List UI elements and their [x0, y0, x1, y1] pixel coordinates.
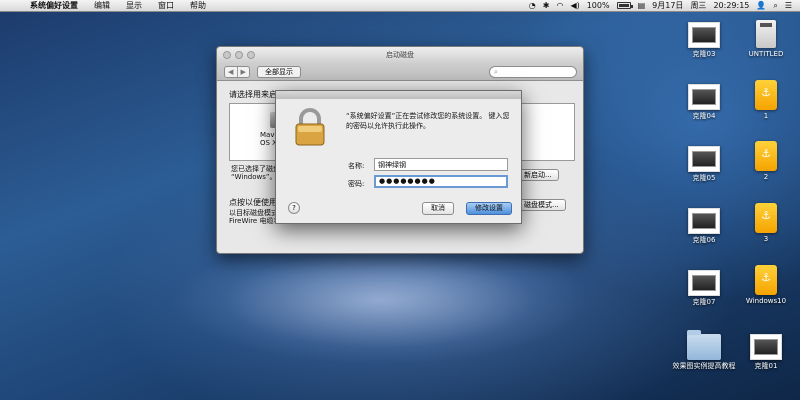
target-mode-text: 以目标磁盘模式 FireWire 电缆将 — [229, 209, 280, 225]
desktop-icon-label: 克隆06 — [692, 236, 716, 244]
screenshot-file-icon — [688, 84, 720, 110]
screenshot-file-icon — [688, 146, 720, 172]
password-field[interactable]: ●●●●●●●● — [374, 175, 508, 188]
desktop-icon-windows10[interactable]: Windows10 — [736, 265, 796, 306]
desktop-icon-tutorial-folder[interactable]: 效果图实例提高教程 — [670, 330, 738, 371]
menu-app-name[interactable]: 系统偏好设置 — [22, 0, 86, 11]
username-field[interactable] — [374, 158, 508, 171]
menu-help[interactable]: 帮助 — [182, 0, 214, 11]
usb-drive-icon — [755, 80, 777, 110]
window-title: 启动磁盘 — [386, 51, 414, 59]
menu-time[interactable]: 20:29:15 — [713, 1, 749, 10]
window-controls — [223, 51, 255, 59]
desktop-icon-label: 克隆01 — [754, 362, 778, 370]
desktop-icon-label: UNTITLED — [748, 50, 784, 58]
auth-dialog: “系统偏好设置”正在尝试修改您的系统设置。 键入您的密码以允许执行此操作。 名称… — [275, 90, 522, 224]
auth-message: “系统偏好设置”正在尝试修改您的系统设置。 键入您的密码以允许执行此操作。 — [346, 112, 510, 130]
search-field-icon: ⌕ — [494, 68, 498, 76]
modify-settings-button[interactable]: 修改设置 — [466, 202, 512, 215]
desktop-icon-clone03[interactable]: 克隆03 — [674, 22, 734, 59]
desktop-icon-untitled[interactable]: UNTITLED — [736, 20, 796, 59]
password-label: 密码: — [348, 180, 365, 188]
name-label: 名称: — [348, 162, 365, 170]
selected-disk-text: 您已选择了磁盘 “Windows”。 — [231, 165, 280, 181]
bluetooth-icon[interactable]: ✱ — [543, 1, 550, 10]
window-toolbar: ◀ ▶ 全部显示 ⌕ — [217, 63, 583, 81]
forward-arrow-icon[interactable]: ▶ — [236, 67, 250, 77]
desktop-icon-label: 克隆05 — [692, 174, 716, 182]
user-icon[interactable]: 👤 — [756, 1, 766, 10]
desktop-icon-clone04[interactable]: 克隆04 — [674, 84, 734, 121]
close-window-button[interactable] — [223, 51, 231, 59]
desktop-icon-clone06[interactable]: 克隆06 — [674, 208, 734, 245]
wifi-icon[interactable]: ◠ — [556, 1, 563, 10]
usb-drive-icon — [755, 141, 777, 171]
minimize-window-button[interactable] — [235, 51, 243, 59]
target-mode-line1: 以目标磁盘模式 — [229, 209, 278, 217]
folder-icon — [687, 330, 721, 360]
desktop-icon-label: 克隆04 — [692, 112, 716, 120]
desktop-icon-usb-3[interactable]: 3 — [736, 203, 796, 244]
menu-weekday[interactable]: 周三 — [690, 0, 706, 11]
timemachine-icon[interactable]: ◔ — [529, 1, 536, 10]
desktop-icon-label: 克隆03 — [692, 50, 716, 58]
desktop-icon-label: Windows10 — [745, 297, 787, 305]
screenshot-file-icon — [688, 270, 720, 296]
zoom-window-button[interactable] — [247, 51, 255, 59]
window-titlebar[interactable]: 启动磁盘 — [217, 47, 583, 63]
screenshot-file-icon — [750, 334, 782, 360]
desktop-icon-clone07[interactable]: 克隆07 — [674, 270, 734, 307]
selected-disk-line1: 您已选择了磁盘 — [231, 165, 280, 173]
lock-icon — [295, 108, 325, 146]
menu-window[interactable]: 窗口 — [150, 0, 182, 11]
desktop-icon-label: 1 — [763, 112, 769, 120]
target-mode-line2: FireWire 电缆将 — [229, 217, 281, 225]
desktop-icon-clone01[interactable]: 克隆01 — [736, 334, 796, 371]
status-area: ◔ ✱ ◠ ◀) 100% ▤ 9月17日 周三 20:29:15 👤 ⌕ ☰ — [529, 0, 800, 11]
desktop-icon-clone05[interactable]: 克隆05 — [674, 146, 734, 183]
battery-icon[interactable] — [616, 2, 633, 9]
show-all-button[interactable]: 全部显示 — [257, 66, 301, 78]
dialog-topbar — [276, 91, 521, 99]
volume-icon[interactable]: ◀) — [570, 1, 579, 10]
desktop-icon-usb-1[interactable]: 1 — [736, 80, 796, 121]
search-icon[interactable]: ⌕ — [773, 1, 777, 11]
menu-view[interactable]: 显示 — [118, 0, 150, 11]
desktop-icon-label: 效果图实例提高教程 — [672, 362, 736, 370]
desktop-icon-label: 3 — [763, 235, 769, 243]
notification-list-icon[interactable]: ☰ — [785, 1, 792, 10]
desktop-icon-usb-2[interactable]: 2 — [736, 141, 796, 182]
flag-icon[interactable]: ▤ — [638, 1, 646, 10]
back-arrow-icon[interactable]: ◀ — [225, 67, 237, 77]
screenshot-file-icon — [688, 208, 720, 234]
target-disk-mode-button[interactable]: 磁盘模式... — [517, 199, 566, 211]
nav-buttons: ◀ ▶ — [224, 66, 250, 78]
usb-drive-icon — [755, 265, 777, 295]
menu-date[interactable]: 9月17日 — [652, 0, 683, 11]
menu-bar: 系统偏好设置 编辑 显示 窗口 帮助 ◔ ✱ ◠ ◀) 100% ▤ 9月17日… — [0, 0, 800, 12]
usb-drive-icon — [755, 203, 777, 233]
desktop-icon-label: 克隆07 — [692, 298, 716, 306]
help-button[interactable]: ? — [288, 202, 300, 214]
desktop-icon-label: 2 — [763, 173, 769, 181]
restart-button[interactable]: 新启动... — [517, 169, 559, 181]
menu-edit[interactable]: 编辑 — [86, 0, 118, 11]
battery-percent[interactable]: 100% — [587, 1, 610, 10]
screenshot-file-icon — [688, 22, 720, 48]
selected-disk-line2: “Windows”。 — [231, 173, 277, 181]
disk-drive-icon — [756, 20, 776, 48]
cancel-button[interactable]: 取消 — [422, 202, 454, 215]
search-input[interactable]: ⌕ — [489, 66, 577, 78]
